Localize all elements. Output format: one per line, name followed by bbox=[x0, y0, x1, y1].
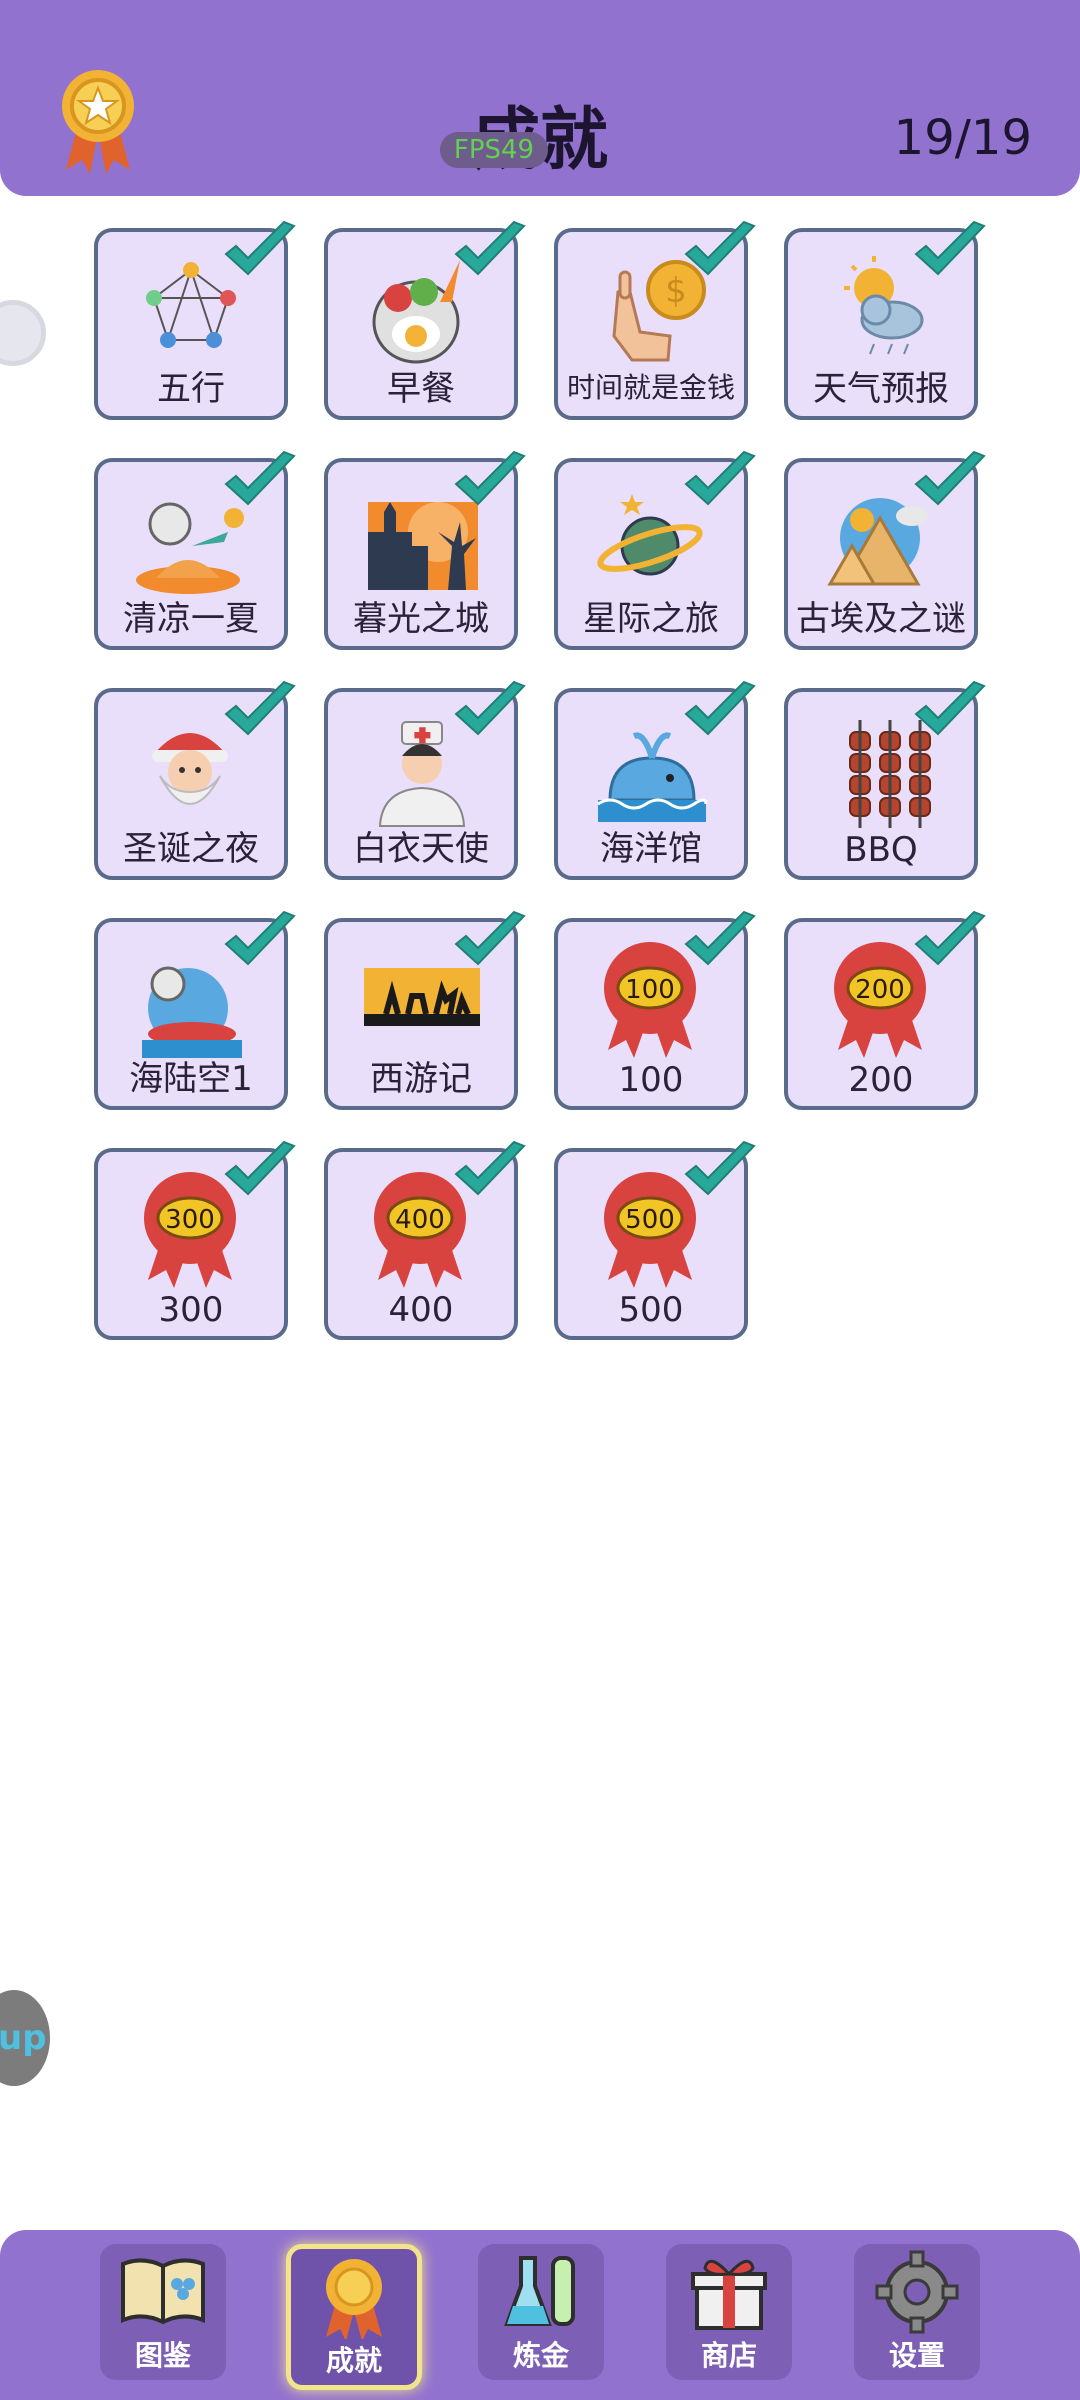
achievement-tile[interactable]: 500 500 bbox=[554, 1140, 756, 1340]
medal-badge-text: 100 bbox=[625, 975, 675, 1005]
achievement-label: 早餐 bbox=[387, 369, 455, 409]
achievement-tile[interactable]: 星际之旅 bbox=[554, 450, 756, 650]
achievement-tile[interactable]: 200 200 bbox=[784, 910, 986, 1110]
achievement-label: 海洋馆 bbox=[600, 829, 702, 869]
achievement-label: 天气预报 bbox=[813, 369, 949, 409]
achievement-tile[interactable]: 早餐 bbox=[324, 220, 526, 420]
achievement-tile[interactable]: 暮光之城 bbox=[324, 450, 526, 650]
achievement-tile[interactable]: $ 时间就是金钱 bbox=[554, 220, 756, 420]
floating-up-button[interactable]: up bbox=[0, 1990, 50, 2086]
gift-icon bbox=[691, 2259, 767, 2330]
achievement-tile[interactable]: 海洋馆 bbox=[554, 680, 756, 880]
nav-item-gear[interactable]: 设置 bbox=[854, 2244, 980, 2380]
achievement-label: 清凉一夏 bbox=[123, 599, 259, 639]
achievement-tile[interactable]: 白衣天使 bbox=[324, 680, 526, 880]
medal-badge-text: 200 bbox=[855, 975, 905, 1005]
nav-item-gift[interactable]: 商店 bbox=[666, 2244, 792, 2380]
achievement-label: 古埃及之谜 bbox=[796, 599, 966, 639]
medal-badge-text: 300 bbox=[165, 1205, 215, 1235]
achievement-tile[interactable]: BBQ bbox=[784, 680, 986, 880]
fps-counter: FPS49 bbox=[440, 132, 548, 168]
medal-badge-text: 400 bbox=[395, 1205, 445, 1235]
checkmark-icon bbox=[224, 1140, 296, 1196]
achievement-label: 星际之旅 bbox=[583, 599, 719, 639]
checkmark-icon bbox=[914, 450, 986, 506]
nav-item-book[interactable]: 图鉴 bbox=[100, 2244, 226, 2380]
achievement-label: 200 bbox=[848, 1060, 914, 1100]
achievement-label: 圣诞之夜 bbox=[123, 829, 259, 869]
nav-label: 图鉴 bbox=[134, 2339, 191, 2372]
achievement-tile[interactable]: 古埃及之谜 bbox=[784, 450, 986, 650]
checkmark-icon bbox=[224, 450, 296, 506]
checkmark-icon bbox=[684, 1140, 756, 1196]
gear-icon bbox=[875, 2250, 959, 2334]
checkmark-icon bbox=[454, 680, 526, 736]
achievement-label: 暮光之城 bbox=[353, 599, 489, 639]
nav-label: 设置 bbox=[888, 2339, 945, 2372]
achievement-label: 300 bbox=[158, 1290, 224, 1330]
achievement-tile[interactable]: 400 400 bbox=[324, 1140, 526, 1340]
checkmark-icon bbox=[224, 910, 296, 966]
achievement-tile[interactable]: 海陆空1 bbox=[94, 910, 296, 1110]
bottom-nav: 图鉴 成就 炼金 商店 设置 bbox=[0, 2230, 1080, 2400]
checkmark-icon bbox=[224, 680, 296, 736]
achievement-grid: 五行 早餐 $ 时间就是金钱 天气预报 清凉一夏 暮光之城 星际之旅 古埃及之谜… bbox=[94, 220, 1014, 1358]
checkmark-icon bbox=[914, 220, 986, 276]
achievement-label: 400 bbox=[388, 1290, 454, 1330]
checkmark-icon bbox=[684, 220, 756, 276]
medal-badge-text: 500 bbox=[625, 1205, 675, 1235]
checkmark-icon bbox=[454, 450, 526, 506]
achievement-label: 时间就是金钱 bbox=[566, 371, 735, 404]
achievement-label: 500 bbox=[618, 1290, 684, 1330]
achievement-tile[interactable]: 天气预报 bbox=[784, 220, 986, 420]
checkmark-icon bbox=[454, 910, 526, 966]
achievement-tile[interactable]: 100 100 bbox=[554, 910, 756, 1110]
achievement-tile[interactable]: 圣诞之夜 bbox=[94, 680, 296, 880]
checkmark-icon bbox=[454, 1140, 526, 1196]
achievement-tile[interactable]: 清凉一夏 bbox=[94, 450, 296, 650]
nav-item-medal[interactable]: 成就 bbox=[286, 2244, 422, 2390]
achievement-label: 五行 bbox=[157, 369, 225, 409]
flask-icon bbox=[504, 2256, 575, 2326]
achievement-tile[interactable]: 五行 bbox=[94, 220, 296, 420]
achievement-label: 白衣天使 bbox=[353, 829, 489, 869]
checkmark-icon bbox=[914, 680, 986, 736]
achievement-label: 西游记 bbox=[370, 1059, 472, 1099]
checkmark-icon bbox=[684, 450, 756, 506]
floating-bubble[interactable] bbox=[0, 300, 46, 366]
checkmark-icon bbox=[224, 220, 296, 276]
checkmark-icon bbox=[684, 680, 756, 736]
checkmark-icon bbox=[914, 910, 986, 966]
nav-item-flask[interactable]: 炼金 bbox=[478, 2244, 604, 2380]
checkmark-icon bbox=[684, 910, 756, 966]
achievement-tile[interactable]: 300 300 bbox=[94, 1140, 296, 1340]
medal-icon bbox=[326, 2259, 382, 2339]
checkmark-icon bbox=[454, 220, 526, 276]
header-bar: 成就 FPS49 19/19 bbox=[0, 0, 1080, 196]
achievement-count: 19/19 bbox=[893, 110, 1032, 166]
achievement-tile[interactable]: 西游记 bbox=[324, 910, 526, 1110]
book-icon bbox=[121, 2258, 205, 2325]
achievement-label: 100 bbox=[618, 1060, 684, 1100]
nav-label: 炼金 bbox=[512, 2339, 569, 2372]
achievement-label: 海陆空1 bbox=[129, 1059, 253, 1099]
nav-label: 商店 bbox=[700, 2339, 757, 2372]
nav-label: 成就 bbox=[325, 2344, 382, 2377]
achievement-label: BBQ bbox=[844, 830, 918, 870]
